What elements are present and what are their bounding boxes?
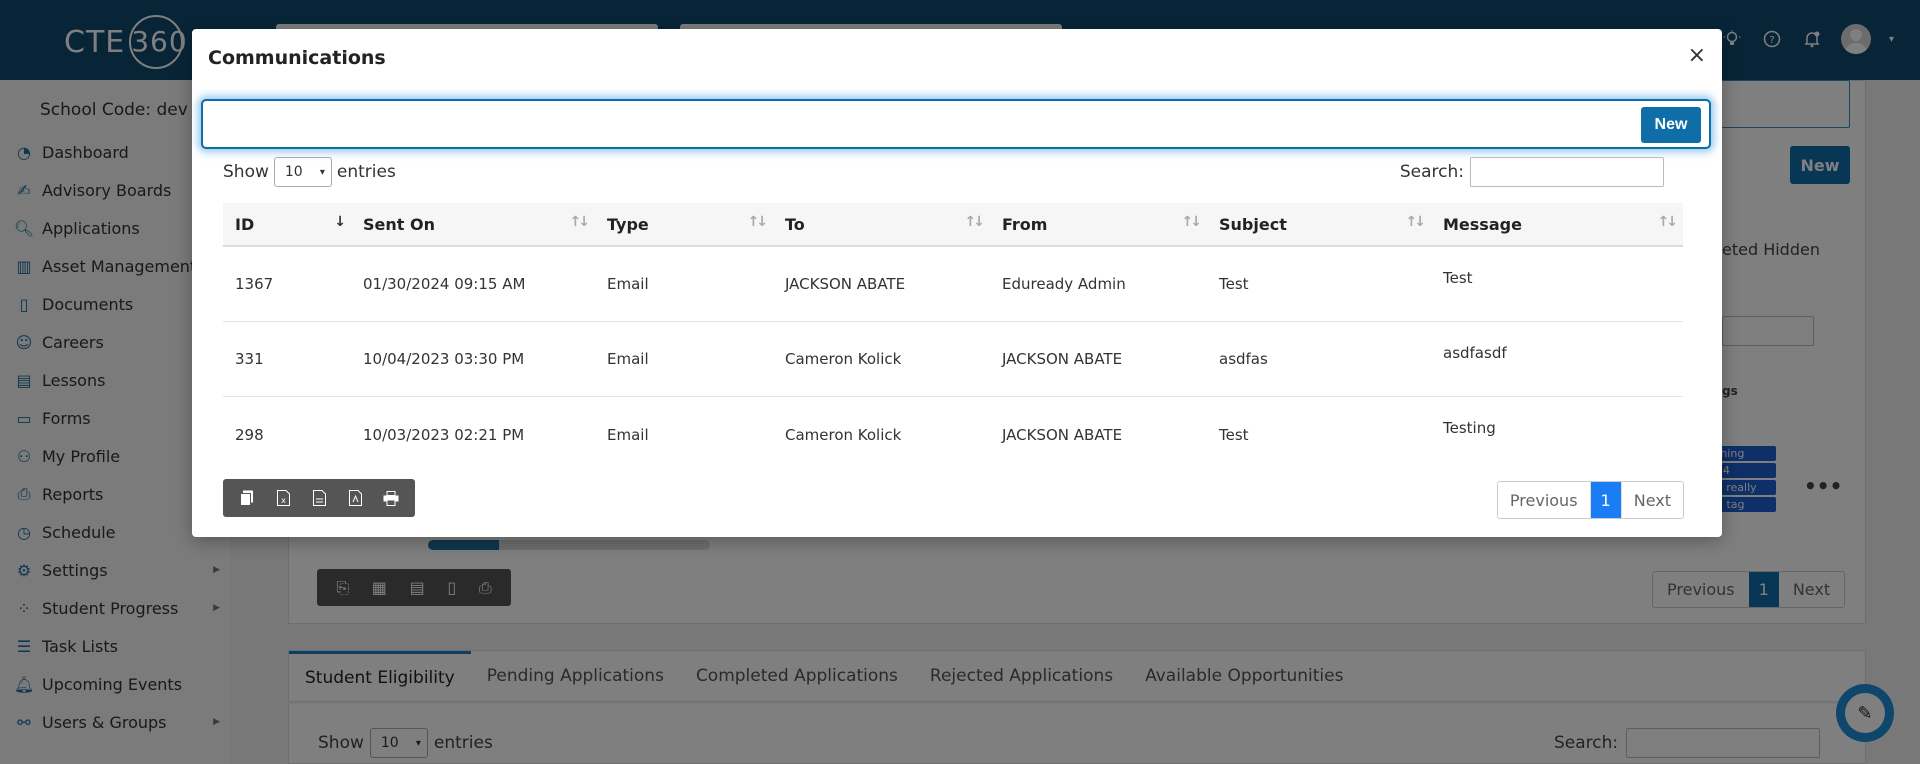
sort-icon: ↑↓ <box>569 214 591 230</box>
copy-icon[interactable] <box>233 484 261 512</box>
entries-label: entries <box>336 162 396 182</box>
sort-icon: ↑↓ <box>964 214 986 230</box>
cell-id: 1367 <box>235 275 274 293</box>
table-row[interactable]: 298 10/03/2023 02:21 PM Email Cameron Ko… <box>223 397 1683 472</box>
next-page-button[interactable]: Next <box>1622 482 1683 518</box>
page-length-control: Show 10 ▾ entries <box>223 157 396 187</box>
cell-sent-on: 10/03/2023 02:21 PM <box>363 425 525 444</box>
cell-message: asdfasdf <box>1443 344 1507 362</box>
search-control: Search: <box>1400 157 1664 187</box>
cell-from: JACKSON ABATE <box>1002 350 1123 368</box>
table-header: ID ↓ Sent On ↑↓ Type ↑↓ To ↑↓ From ↑↓ Subject… <box>223 203 1683 247</box>
column-header-from[interactable]: From ↑↓ <box>990 202 1207 246</box>
column-label: Type <box>607 214 649 234</box>
print-icon[interactable] <box>377 484 405 512</box>
column-header-to[interactable]: To ↑↓ <box>773 202 990 246</box>
column-header-message[interactable]: Message ↑↓ <box>1431 202 1683 246</box>
column-header-id[interactable]: ID ↓ <box>223 202 351 246</box>
table-row[interactable]: 1367 01/30/2024 09:15 AM Email JACKSON A… <box>223 247 1683 322</box>
cell-from: JACKSON ABATE <box>1002 425 1123 444</box>
column-label: To <box>785 214 805 234</box>
previous-page-button[interactable]: Previous <box>1498 482 1591 518</box>
pdf-icon[interactable] <box>341 484 369 512</box>
sort-icon: ↑↓ <box>1405 214 1427 230</box>
cell-to: Cameron Kolick <box>785 350 902 368</box>
column-label: From <box>1002 214 1048 234</box>
search-label: Search: <box>1399 162 1464 182</box>
table-row[interactable]: 331 10/04/2023 03:30 PM Email Cameron Ko… <box>223 322 1683 397</box>
cell-subject: Test <box>1219 425 1249 444</box>
cell-from: Eduready Admin <box>1002 275 1126 293</box>
cell-type: Email <box>607 425 649 444</box>
search-input[interactable] <box>1470 157 1664 187</box>
cell-message: Testing <box>1443 419 1496 437</box>
sort-icon: ↑↓ <box>1657 214 1679 230</box>
cell-to: Cameron Kolick <box>785 425 902 444</box>
page-length-select[interactable]: 10 ▾ <box>273 157 332 187</box>
cell-id: 331 <box>235 350 264 368</box>
new-communication-button[interactable]: New <box>1641 107 1701 143</box>
cell-subject: Test <box>1219 275 1249 293</box>
communications-modal: Communications × New Show 10 ▾ entries S… <box>192 29 1722 537</box>
column-label: Message <box>1443 214 1522 234</box>
sort-icon: ↑↓ <box>747 214 769 230</box>
compose-box[interactable]: New <box>201 99 1711 149</box>
column-label: Subject <box>1219 214 1287 234</box>
chevron-down-icon: ▾ <box>319 166 325 178</box>
modal-title: Communications <box>208 47 386 69</box>
cell-type: Email <box>607 350 649 368</box>
sort-desc-icon: ↓ <box>334 214 346 230</box>
column-label: ID <box>235 214 255 234</box>
column-header-sent-on[interactable]: Sent On ↑↓ <box>351 202 595 246</box>
cell-id: 298 <box>235 425 264 444</box>
export-toolbar: x <box>223 479 415 517</box>
column-header-type[interactable]: Type ↑↓ <box>595 202 773 246</box>
page-1-button[interactable]: 1 <box>1590 482 1622 518</box>
close-icon[interactable]: × <box>1688 45 1706 67</box>
cell-sent-on: 10/04/2023 03:30 PM <box>363 350 525 368</box>
cell-type: Email <box>607 275 649 293</box>
excel-icon[interactable]: x <box>269 484 297 512</box>
show-label: Show <box>223 162 269 182</box>
pagination: Previous 1 Next <box>1496 481 1684 519</box>
communications-table: ID ↓ Sent On ↑↓ Type ↑↓ To ↑↓ From ↑↓ Subject… <box>223 203 1683 472</box>
cell-to: JACKSON ABATE <box>785 275 906 293</box>
cell-sent-on: 01/30/2024 09:15 AM <box>363 275 526 293</box>
page-length-value: 10 <box>284 164 303 180</box>
cell-message: Test <box>1443 269 1473 287</box>
cell-subject: asdfas <box>1219 350 1268 368</box>
csv-icon[interactable] <box>305 484 333 512</box>
column-header-subject[interactable]: Subject ↑↓ <box>1207 202 1431 246</box>
sort-icon: ↑↓ <box>1181 214 1203 230</box>
column-label: Sent On <box>363 214 435 234</box>
svg-text:x: x <box>281 496 286 505</box>
